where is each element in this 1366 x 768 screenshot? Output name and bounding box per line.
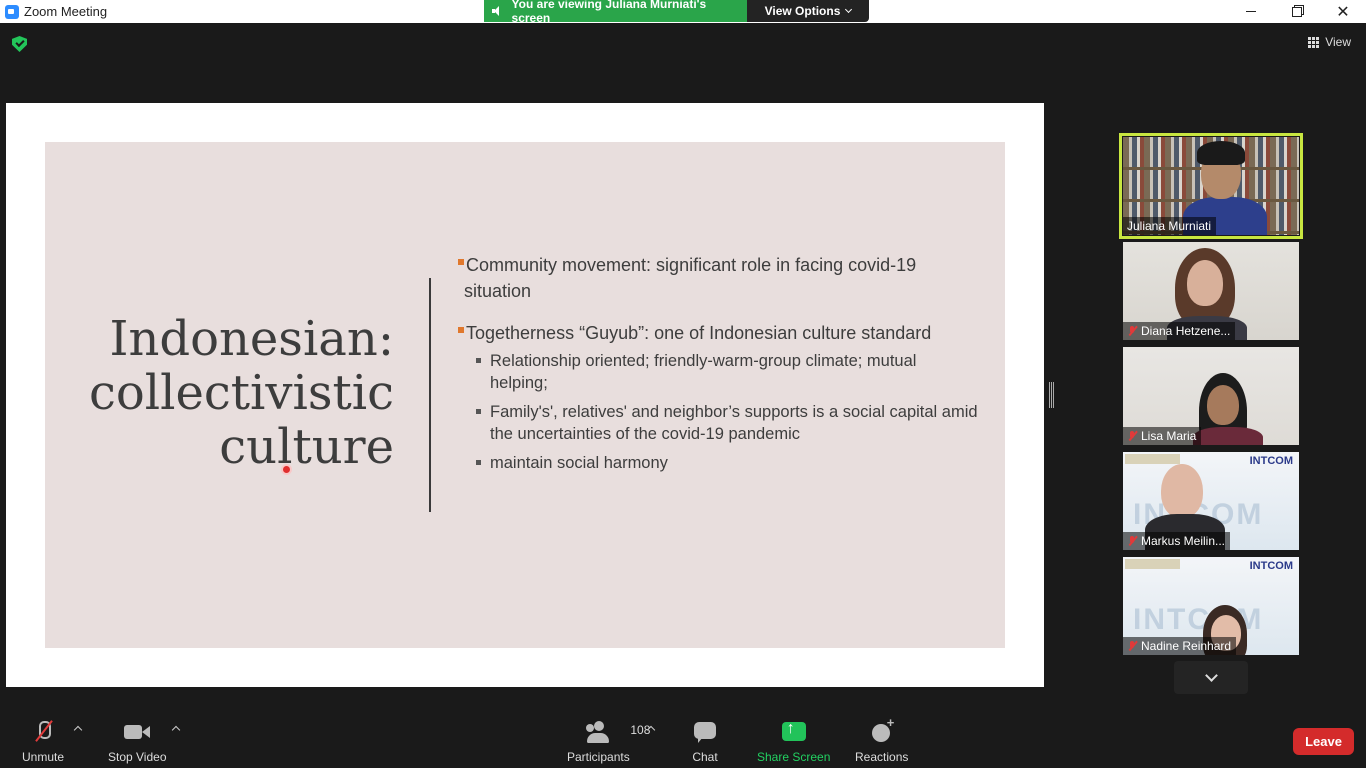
slide-sub-bullet: Relationship oriented; friendly-warm-gro… xyxy=(458,350,978,394)
branding-header xyxy=(1125,559,1180,569)
chat-button[interactable]: Chat xyxy=(689,718,721,764)
panel-resize-handle[interactable] xyxy=(1049,382,1054,408)
participant-name-label: Juliana Murniati xyxy=(1123,217,1217,235)
slide-bullet: Community movement: significant role in … xyxy=(458,252,978,304)
participants-label: Participants xyxy=(567,750,630,764)
participant-name-label: Nadine Reinhard xyxy=(1123,637,1237,655)
leave-button[interactable]: Leave xyxy=(1293,728,1354,755)
minimize-button[interactable] xyxy=(1228,0,1274,23)
unmute-label: Unmute xyxy=(22,750,65,764)
participant-hair xyxy=(1197,141,1245,165)
participant-name-label: Markus Meilin... xyxy=(1123,532,1231,550)
participant-video-tile[interactable]: INTCOM INTCOM Nadine Reinhard xyxy=(1123,557,1299,655)
muted-mic-icon xyxy=(1127,430,1137,442)
branding-header xyxy=(1125,454,1180,464)
slide-sub-bullet: Family's', relatives' and neighbor’s sup… xyxy=(458,401,978,445)
participant-name: Markus Meilin... xyxy=(1141,534,1226,548)
participant-video-tile[interactable]: Juliana Murniati xyxy=(1119,133,1303,239)
slide-title: Indonesian: collectivistic culture xyxy=(54,312,394,474)
video-options-caret[interactable] xyxy=(171,725,181,735)
participant-name: Diana Hetzene... xyxy=(1141,324,1231,338)
participants-button[interactable]: 108 Participants xyxy=(567,718,650,764)
audio-options-caret[interactable] xyxy=(73,725,83,735)
participant-video-tile[interactable]: INTCOM INTCOM Markus Meilin... xyxy=(1123,452,1299,550)
muted-mic-icon xyxy=(27,718,59,746)
share-screen-icon xyxy=(778,718,810,746)
slide-sub-bullet: maintain social harmony xyxy=(458,452,978,474)
slide-bullet: Togetherness “Guyub”: one of Indonesian … xyxy=(458,320,978,346)
chat-label: Chat xyxy=(692,750,718,764)
participant-video-tile[interactable]: Diana Hetzene... xyxy=(1123,242,1299,340)
viewing-status-text: You are viewing Juliana Murniati's scree… xyxy=(511,0,707,25)
intcom-logo: INTCOM xyxy=(1249,455,1293,467)
slide-title-line: Indonesian: xyxy=(109,311,394,367)
reactions-label: Reactions xyxy=(855,750,909,764)
view-options-label: View Options xyxy=(764,4,841,18)
stop-video-label: Stop Video xyxy=(108,750,167,764)
muted-mic-icon xyxy=(1127,325,1137,337)
participant-figure xyxy=(1193,427,1263,445)
grid-icon xyxy=(1308,36,1320,48)
slide-bullet-text: Community movement: significant role in … xyxy=(464,255,917,301)
stop-video-button[interactable]: Stop Video xyxy=(108,718,167,764)
window-controls: ✕ xyxy=(1228,0,1366,23)
view-button[interactable]: View xyxy=(1308,35,1351,49)
slide-title-line: culture xyxy=(219,419,394,475)
close-button[interactable]: ✕ xyxy=(1320,0,1366,23)
unmute-button[interactable]: Unmute xyxy=(22,718,64,764)
slide-title-line: collectivistic xyxy=(88,365,394,421)
participant-name: Nadine Reinhard xyxy=(1141,639,1232,653)
participant-video-tile[interactable]: Lisa Maria xyxy=(1123,347,1299,445)
shared-screen: Indonesian: collectivistic culture Commu… xyxy=(6,103,1044,687)
slide-bullet-text: Togetherness “Guyub”: one of Indonesian … xyxy=(466,323,932,343)
chevron-down-icon xyxy=(1204,668,1218,682)
participant-name-label: Diana Hetzene... xyxy=(1123,322,1236,340)
video-camera-icon xyxy=(121,718,153,746)
reactions-button[interactable]: Reactions xyxy=(855,715,909,764)
muted-mic-icon xyxy=(1127,640,1137,652)
participant-face xyxy=(1207,385,1239,425)
participant-name: Juliana Murniati xyxy=(1127,219,1212,233)
muted-mic-icon xyxy=(1127,535,1137,547)
slide-body: Community movement: significant role in … xyxy=(458,252,978,481)
meeting-toolbar: Unmute Stop Video 108 Participants Chat … xyxy=(0,712,1366,768)
share-screen-label: Share Screen xyxy=(757,750,831,764)
window-title: Zoom Meeting xyxy=(24,4,108,19)
participant-name: Lisa Maria xyxy=(1141,429,1197,443)
speaker-icon xyxy=(492,6,502,16)
view-options-button[interactable]: View Options xyxy=(747,0,869,22)
zoom-app-icon xyxy=(5,4,19,19)
smiley-icon xyxy=(866,715,898,746)
viewing-banner: You are viewing Juliana Murniati's scree… xyxy=(484,0,869,25)
participant-face xyxy=(1161,464,1203,518)
slide-divider xyxy=(429,278,431,512)
presentation-slide: Indonesian: collectivistic culture Commu… xyxy=(45,142,1005,648)
participant-face xyxy=(1187,260,1223,306)
encryption-shield-icon[interactable] xyxy=(12,36,27,52)
intcom-logo: INTCOM xyxy=(1249,560,1293,572)
participants-icon: 108 xyxy=(582,718,650,746)
chat-icon xyxy=(689,718,721,746)
participant-name-label: Lisa Maria xyxy=(1123,427,1202,445)
viewing-status: You are viewing Juliana Murniati's scree… xyxy=(484,0,747,25)
chevron-down-icon xyxy=(845,5,853,14)
laser-pointer xyxy=(281,464,292,475)
more-participants-button[interactable] xyxy=(1174,661,1248,694)
share-screen-button[interactable]: Share Screen xyxy=(757,718,830,764)
view-label: View xyxy=(1325,35,1351,49)
maximize-button[interactable] xyxy=(1274,0,1320,23)
